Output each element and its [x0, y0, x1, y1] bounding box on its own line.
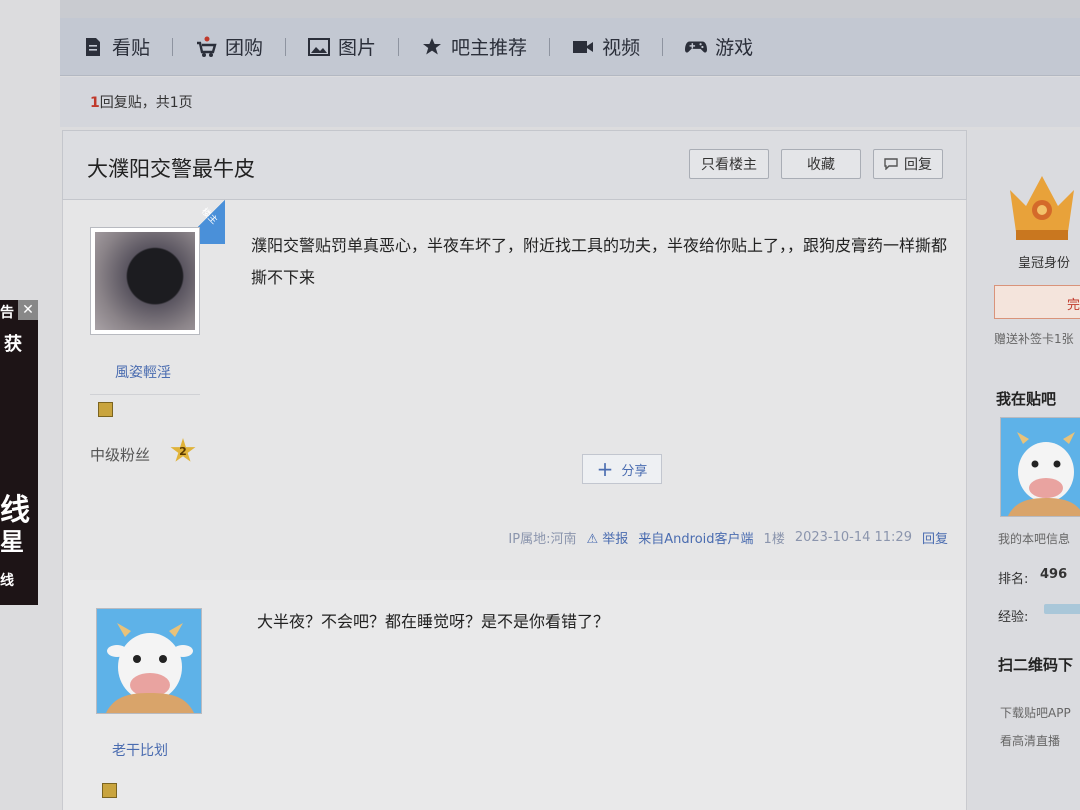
ad-text: 线: [0, 573, 14, 589]
ip-location: IP属地:河南: [508, 532, 577, 547]
warning-icon: ⚠: [586, 532, 599, 547]
post-time: 2023-10-14 11:29: [794, 530, 912, 545]
favorite-button[interactable]: 收藏: [781, 149, 861, 179]
nav-label: 吧主推荐: [451, 37, 528, 59]
reply-button[interactable]: 回复: [873, 149, 943, 179]
level-star-icon: 2: [170, 438, 196, 462]
member-icon: [98, 402, 113, 417]
forum-nav: 看贴 团购 图片 吧主推荐 视频 游戏: [60, 18, 1080, 76]
nav-item-groupbuy[interactable]: 团购: [195, 33, 263, 60]
reply-button-label: 回复: [904, 157, 932, 173]
username[interactable]: 風姿輕淫: [115, 362, 171, 382]
post-content: 濮阳交警贴罚单真恶心，半夜车坏了，附近找工具的功夫，半夜给你贴上了，，跟狗皮膏药…: [251, 236, 948, 287]
crown-label: 皇冠身份: [1018, 256, 1071, 271]
nav-divider: [285, 37, 287, 56]
nav-item-recommend[interactable]: 吧主推荐: [421, 33, 527, 60]
thread-title: 大濮阳交警最牛皮: [87, 157, 255, 181]
right-sidebar: 皇冠身份 完 赠送补签卡1张 我在贴吧 我的本吧信息 排名: 496 经验: 扫…: [968, 130, 1080, 810]
gamepad-icon: [685, 37, 708, 57]
avatar[interactable]: [90, 227, 200, 335]
floor-number: 1楼: [763, 532, 785, 547]
reply-count-text: 回复贴，共1页: [99, 95, 193, 111]
left-ad-banner[interactable]: 告 ✕ 获 线 星 线: [0, 300, 38, 605]
top-strip: [60, 0, 1080, 18]
reply-count-info: 1回复贴，共1页: [60, 77, 1080, 127]
my-avatar[interactable]: [1000, 417, 1080, 517]
report-link[interactable]: ⚠ 举报: [586, 528, 628, 547]
nav-label: 图片: [338, 37, 377, 59]
nav-item-games[interactable]: 游戏: [685, 33, 753, 60]
avatar[interactable]: [96, 608, 202, 714]
exp-progress-bar: [1044, 604, 1080, 614]
cart-icon: [195, 36, 217, 57]
rank-label: 排名:: [998, 572, 1029, 587]
exp-label: 经验:: [998, 610, 1029, 625]
nav-divider: [398, 37, 400, 56]
my-tieba-heading: 我在贴吧: [996, 390, 1057, 408]
avatar-image: [95, 232, 195, 330]
reply-count: 1: [90, 95, 100, 111]
ad-text: 获: [4, 334, 22, 355]
post-floor-2: 老干比划 大半夜？不会吧？都在睡觉呀？是不是你看错了？: [63, 580, 966, 810]
nav-label: 团购: [225, 37, 264, 59]
ad-text: 星: [0, 528, 24, 556]
nav-divider: [549, 37, 551, 56]
my-info-link[interactable]: 我的本吧信息: [998, 530, 1070, 547]
crown-icon: [1006, 170, 1078, 250]
nav-label: 视频: [602, 37, 641, 59]
document-icon: [82, 37, 104, 57]
cow-avatar-icon: [1001, 418, 1080, 516]
rank-value: 496: [1040, 567, 1068, 582]
member-icon: [102, 783, 117, 798]
only-op-button[interactable]: 只看楼主: [689, 149, 769, 179]
post-floor-1: 楼主 風姿輕淫 中级粉丝 2 濮阳交警贴罚单真恶心，半夜车坏了，附近找工具的功夫…: [63, 200, 966, 580]
nav-item-images[interactable]: 图片: [308, 33, 376, 60]
nav-divider: [662, 37, 664, 56]
level-title: 中级粉丝: [90, 446, 151, 464]
qr-heading: 扫二维码下: [998, 656, 1074, 674]
nav-item-posts[interactable]: 看贴: [82, 33, 150, 60]
post-content: 大半夜？不会吧？都在睡觉呀？是不是你看错了？: [257, 612, 610, 631]
level-number: 2: [179, 444, 187, 458]
qr-live-text: 看高清直播: [1000, 734, 1061, 748]
video-icon: [572, 37, 594, 57]
star-icon: [421, 37, 443, 57]
thread-content: 楼主 風姿輕淫 中级粉丝 2 濮阳交警贴罚单真恶心，半夜车坏了，附近找工具的功夫…: [62, 200, 967, 810]
image-icon: [308, 37, 331, 57]
qr-download-text: 下载贴吧APP: [1000, 706, 1071, 720]
ad-label: 告: [0, 305, 14, 321]
close-icon[interactable]: ✕: [18, 300, 38, 320]
cow-avatar-icon: [97, 609, 201, 713]
share-label: 分享: [621, 463, 648, 479]
op-badge-label: 楼主: [199, 206, 219, 227]
sign-in-button[interactable]: 完: [994, 285, 1080, 319]
reply-link[interactable]: 回复: [922, 528, 948, 547]
comment-icon: [884, 158, 898, 170]
nav-label: 游戏: [715, 37, 754, 59]
divider: [90, 394, 200, 395]
nav-divider: [172, 37, 174, 56]
report-label: 举报: [602, 532, 629, 547]
gift-text: 赠送补签卡1张: [994, 332, 1074, 346]
thread-title-bar: 大濮阳交警最牛皮 只看楼主 收藏 回复: [62, 130, 967, 200]
share-button[interactable]: + 分享: [582, 454, 662, 484]
nav-item-video[interactable]: 视频: [572, 33, 640, 60]
plus-icon: +: [596, 457, 614, 481]
username[interactable]: 老干比划: [112, 740, 168, 760]
nav-label: 看贴: [112, 37, 151, 59]
client-source[interactable]: 来自Android客户端: [638, 528, 753, 547]
post-meta: IP属地:河南 ⚠ 举报 来自Android客户端 1楼 2023-10-14 …: [508, 528, 948, 547]
